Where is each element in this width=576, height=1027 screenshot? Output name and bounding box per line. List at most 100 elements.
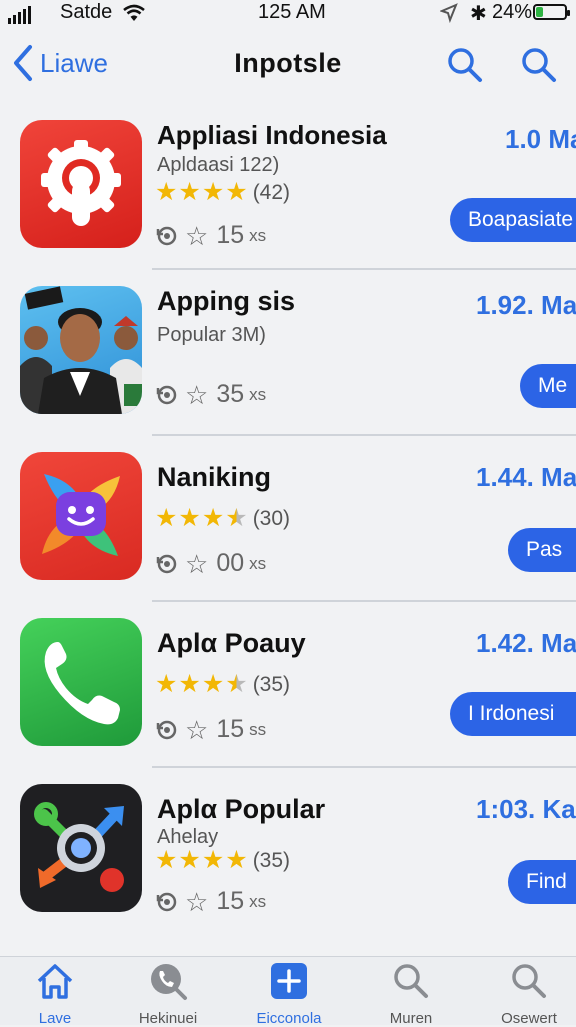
tab-label: Lave bbox=[38, 1010, 72, 1027]
tab-eicconola[interactable]: Eicconola bbox=[234, 961, 344, 1027]
meta-unit: xs bbox=[249, 891, 267, 911]
status-time: 125 AM bbox=[258, 1, 326, 23]
tab-lave[interactable]: Lave bbox=[0, 961, 110, 1027]
signal-icon bbox=[8, 6, 31, 24]
star-outline-icon: ☆ bbox=[185, 220, 209, 251]
app-size: 1.42. Maw bbox=[476, 628, 576, 658]
app-name: Naniking bbox=[157, 462, 272, 492]
star-icon: ★ bbox=[201, 178, 225, 206]
search-icon bbox=[512, 964, 546, 998]
rating-count: (30) bbox=[252, 506, 291, 530]
rating-stars: ★ ★ ★ ★ (35) bbox=[155, 672, 290, 697]
battery-percent: 24% bbox=[492, 1, 533, 23]
star-icon: ★ bbox=[178, 670, 201, 698]
search-icon bbox=[394, 964, 428, 998]
history-icon bbox=[156, 892, 177, 911]
history-icon bbox=[156, 554, 177, 573]
star-icon: ★ bbox=[225, 846, 248, 874]
list-item[interactable]: Aplα Poauy ★ ★ ★ ★ (35) ☆ 15 ss 1.42. Ma… bbox=[0, 602, 576, 768]
meta-unit: xs bbox=[249, 225, 267, 245]
tab-bar: Lave Hekinuei Eicconola Muren Osewert bbox=[0, 956, 576, 1027]
tab-label: Osewert bbox=[501, 1010, 557, 1027]
app-action-button[interactable]: Me bbox=[520, 364, 576, 408]
app-list: Appliasi Indonesia Apldaasi 122) ★ ★ ★ ★… bbox=[0, 104, 576, 934]
tab-osewert[interactable]: Osewert bbox=[474, 961, 576, 1027]
app-name: Aplα Poauy bbox=[157, 628, 306, 658]
app-icon-gear-arrows bbox=[20, 784, 142, 912]
tab-hekinuei[interactable]: Hekinuei bbox=[113, 961, 223, 1027]
star-icon: ★ bbox=[178, 846, 201, 874]
app-action-button[interactable]: Boapasiate bbox=[450, 198, 576, 242]
rating-stars: ★ ★ ★ ★ (35) bbox=[155, 848, 290, 873]
location-arrow-icon bbox=[440, 3, 458, 23]
meta-value: 35 bbox=[216, 380, 245, 408]
search-icon[interactable] bbox=[446, 46, 484, 84]
star-icon: ★ bbox=[155, 504, 178, 532]
meta-unit: ss bbox=[249, 719, 267, 739]
meta-value: 15 bbox=[216, 887, 245, 915]
star-outline-icon: ☆ bbox=[185, 714, 209, 745]
star-outline-icon: ☆ bbox=[185, 886, 209, 917]
star-icon: ★ bbox=[155, 670, 178, 698]
app-size: 1.0 Ma bbox=[505, 124, 576, 154]
app-subtitle: Apldaasi 122) bbox=[157, 154, 280, 176]
history-icon bbox=[156, 385, 177, 404]
carrier-name: Satde bbox=[60, 1, 113, 23]
search-icon[interactable] bbox=[520, 46, 558, 84]
bluetooth-icon: ✱ bbox=[470, 3, 487, 25]
app-name: Apping sis bbox=[157, 286, 296, 316]
half-star-icon: ★ bbox=[225, 670, 248, 698]
app-action-button[interactable]: Find bbox=[508, 860, 576, 904]
meta-value: 15 bbox=[216, 715, 245, 743]
meta-unit: xs bbox=[249, 384, 267, 404]
history-icon bbox=[156, 720, 177, 739]
star-outline-icon: ☆ bbox=[185, 548, 209, 579]
app-name: Aplα Popular bbox=[157, 794, 326, 824]
half-star-icon: ★ bbox=[225, 504, 248, 532]
star-icon: ★ bbox=[201, 504, 225, 532]
meta-value: 00 bbox=[216, 549, 245, 577]
meta-value: 15 bbox=[216, 221, 245, 249]
star-icon: ★ bbox=[225, 178, 248, 206]
app-size: 1:03. Kan bbox=[476, 794, 576, 824]
list-item[interactable]: Apping sis Popular 3M) ☆ 35 xs 1.92. Maw… bbox=[0, 270, 576, 436]
meta-unit: xs bbox=[249, 553, 267, 573]
home-icon bbox=[37, 964, 73, 999]
list-item[interactable]: Appliasi Indonesia Apldaasi 122) ★ ★ ★ ★… bbox=[0, 104, 576, 270]
app-meta: ☆ 15 xs bbox=[155, 221, 266, 250]
app-action-button[interactable]: I Irdonesi bbox=[450, 692, 576, 736]
tab-label: Eicconola bbox=[256, 1010, 322, 1027]
app-meta: ☆ 15 ss bbox=[155, 715, 266, 744]
rating-stars: ★ ★ ★ ★ (30) bbox=[155, 506, 290, 531]
star-icon: ★ bbox=[201, 846, 225, 874]
star-icon: ★ bbox=[155, 178, 178, 206]
tab-label: Hekinuei bbox=[138, 1010, 198, 1027]
star-outline-icon: ☆ bbox=[185, 379, 209, 410]
app-action-button[interactable]: Pas bbox=[508, 528, 576, 572]
battery-icon bbox=[533, 4, 570, 20]
page-title: Inpotsle bbox=[234, 48, 342, 78]
rating-count: (35) bbox=[252, 848, 291, 872]
rating-stars: ★ ★ ★ ★ (42) bbox=[155, 180, 290, 205]
plus-icon bbox=[271, 963, 307, 999]
app-icon-phone bbox=[20, 618, 142, 746]
tab-label: Muren bbox=[389, 1010, 433, 1027]
star-icon: ★ bbox=[178, 178, 201, 206]
list-item[interactable]: Naniking ★ ★ ★ ★ (30) ☆ 00 xs 1.44. Man … bbox=[0, 436, 576, 602]
list-item[interactable]: Aplα Popular Ahelay ★ ★ ★ ★ (35) ☆ 15 xs… bbox=[0, 768, 576, 934]
app-meta: ☆ 15 xs bbox=[155, 887, 266, 916]
app-icon-pinwheel bbox=[20, 452, 142, 580]
tab-muren[interactable]: Muren bbox=[356, 961, 466, 1027]
rating-count: (42) bbox=[252, 180, 291, 204]
app-meta: ☆ 35 xs bbox=[155, 380, 266, 409]
phone-search-icon bbox=[151, 964, 187, 1000]
star-icon: ★ bbox=[155, 846, 178, 874]
app-size: 1.92. Maw bbox=[476, 290, 576, 320]
wifi-icon bbox=[123, 4, 145, 21]
app-icon-keyhole bbox=[20, 120, 142, 248]
star-icon: ★ bbox=[201, 670, 225, 698]
rating-count: (35) bbox=[252, 672, 291, 696]
history-icon bbox=[156, 226, 177, 245]
app-meta: ☆ 00 xs bbox=[155, 549, 266, 578]
star-icon: ★ bbox=[178, 504, 201, 532]
